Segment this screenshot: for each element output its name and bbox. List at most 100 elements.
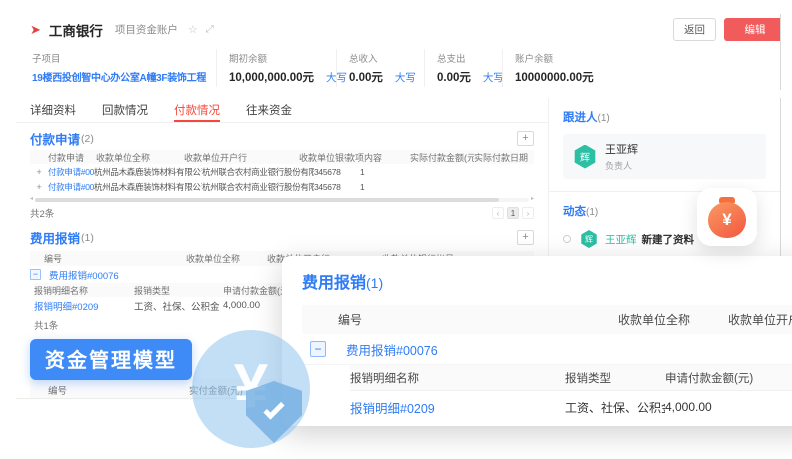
summary-field-subproject: 子项目 19楼西投创智中心办公室A幢3F装饰工程 — [30, 49, 216, 87]
field-value: 10000000.00元 — [515, 69, 594, 85]
scrollbar-thumb[interactable] — [35, 198, 499, 202]
expense-detail-link[interactable]: 报销明细#0209 — [34, 299, 134, 313]
member-name: 王亚辉 — [605, 141, 638, 157]
expand-row-icon[interactable]: + — [30, 182, 48, 192]
money-bag-icon: ¥ — [708, 202, 746, 238]
star-icon[interactable]: ☆ — [188, 23, 198, 36]
payment-link[interactable]: 付款申请#00272 — [48, 181, 94, 193]
overlay-subtable-row: 报销明细#0209 工资、社保、公积金 4,000.00 — [350, 391, 792, 423]
column-header: 收款单位开户行 — [184, 151, 299, 164]
scroll-right-icon[interactable]: ▸ — [531, 197, 534, 202]
field-label: 期初余额 — [229, 51, 324, 65]
tab-bar: 详细资料 回款情况 付款情况 往来资金 — [16, 98, 548, 123]
expand-row-icon[interactable]: + — [30, 167, 48, 177]
expense-link[interactable]: 费用报销#00076 — [346, 340, 438, 359]
cell-account: 345678 — [314, 167, 360, 177]
activity-user[interactable]: 王亚辉 — [605, 232, 637, 247]
summary-field-account-balance: 账户余额 10000000.00元 — [502, 49, 766, 87]
member-role: 负责人 — [605, 159, 638, 172]
expense-detail-popup: 费用报销(1) 编号 收款单位全称 收款单位开户行 − 费用报销#00076 报… — [282, 256, 792, 426]
field-label: 账户余额 — [515, 51, 754, 65]
pagination: ‹ 1 › — [492, 207, 534, 219]
tab-payments[interactable]: 付款情况 — [174, 98, 220, 122]
follower-card[interactable]: 辉 王亚辉 负责人 — [563, 134, 766, 179]
money-bag-widget[interactable]: ¥ — [697, 188, 757, 246]
current-page[interactable]: 1 — [507, 207, 519, 219]
payment-link[interactable]: 付款申请#00274 — [48, 166, 94, 178]
overlay-title-row: 费用报销(1) — [302, 269, 792, 293]
add-expense-button[interactable]: + — [517, 230, 534, 245]
field-value: 0.00元 — [349, 69, 383, 85]
horizontal-scrollbar: ◂ ▸ — [30, 197, 534, 202]
activity-action: 新建了资料 — [642, 232, 695, 247]
model-badge: 资金管理模型 — [30, 339, 192, 380]
column-header: 编号 — [48, 383, 189, 397]
followers-label: 跟进人 — [563, 112, 598, 124]
field-label: 子项目 — [32, 51, 204, 65]
column-header: 收款单位银行帐号 — [299, 151, 346, 164]
total-count: 共2条 — [30, 206, 54, 220]
cell-bank: 杭州联合农村商业银行股份有限公司半山支行 — [202, 181, 314, 193]
section-count: (1) — [81, 232, 94, 244]
add-payment-button[interactable]: + — [517, 131, 534, 146]
caps-link[interactable]: 大写 — [483, 70, 504, 85]
avatar: 辉 — [573, 145, 597, 169]
prev-page-button[interactable]: ‹ — [492, 207, 504, 219]
overlay-title: 费用报销 — [302, 275, 366, 292]
header-bar: ➤ 工商银行 项目资金账户 ☆ ⤢ 返回 编辑 — [16, 14, 780, 45]
expense-detail-link[interactable]: 报销明细#0209 — [350, 398, 565, 417]
cell-company: 杭州品木森鹿装饰材料有限公司 — [94, 166, 202, 178]
field-label: 总收入 — [349, 51, 412, 65]
caps-link[interactable]: 大写 — [395, 70, 416, 85]
tab-details[interactable]: 详细资料 — [30, 98, 76, 122]
overlay-table-row: − 费用报销#00076 — [302, 334, 792, 365]
column-header: 付款申请 — [48, 151, 96, 164]
column-header: 收款单位全称 — [96, 151, 184, 164]
cell-amount: 4,000.00 — [665, 400, 792, 414]
column-header: 申请付款金额(元) — [665, 370, 792, 386]
cell-account: 345678 — [314, 182, 360, 192]
column-header: 报销类型 — [134, 284, 223, 297]
payment-footer: 共2条 ‹ 1 › — [30, 204, 534, 222]
activity-label: 动态 — [563, 206, 586, 218]
edit-button[interactable]: 编辑 — [724, 18, 781, 41]
back-button[interactable]: 返回 — [673, 18, 716, 41]
payment-table-row: + 付款申请#00272 杭州品木森鹿装饰材料有限公司 杭州联合农村商业银行股份… — [30, 180, 534, 194]
subproject-link[interactable]: 19楼西投创智中心办公室A幢3F装饰工程 — [32, 69, 206, 84]
column-header: 报销类型 — [565, 370, 665, 386]
expand-icon[interactable]: ⤢ — [206, 24, 214, 35]
section-count: (2) — [81, 133, 94, 145]
payment-table-row: + 付款申请#00274 杭州品木森鹿装饰材料有限公司 杭州联合农村商业银行股份… — [30, 165, 534, 179]
section-title: 费用报销 — [30, 228, 80, 247]
expense-link[interactable]: 费用报销#00076 — [49, 268, 119, 282]
summary-row: 子项目 19楼西投创智中心办公室A幢3F装饰工程 期初余额 10,000,000… — [16, 45, 780, 87]
cell-content: 1 — [360, 167, 422, 177]
cell-company: 杭州品木森鹿装饰材料有限公司 — [94, 181, 202, 193]
overlay-table-header: 编号 收款单位全称 收款单位开户行 — [302, 305, 792, 334]
expense-section-header: 费用报销 (1) + — [30, 226, 534, 249]
activity-count: (1) — [586, 207, 598, 218]
followers-title: 跟进人(1) — [563, 108, 766, 126]
next-page-button[interactable]: › — [522, 207, 534, 219]
tab-receivables[interactable]: 回款情况 — [102, 98, 148, 122]
overlay-count: (1) — [366, 275, 383, 291]
followers-count: (1) — [598, 113, 610, 124]
yen-symbol: ¥ — [722, 210, 731, 230]
column-header: 编号 — [44, 252, 186, 265]
column-header: 收款单位全称 — [186, 252, 267, 265]
tab-transactions[interactable]: 往来资金 — [246, 98, 292, 122]
breadcrumb: 项目资金账户 — [115, 22, 178, 37]
collapse-row-icon[interactable]: − — [310, 341, 326, 357]
column-header: 收款单位全称 — [618, 311, 728, 328]
avatar: 辉 — [580, 230, 598, 248]
field-value: 10,000,000.00元 — [229, 69, 314, 85]
payment-section-header: 付款申请 (2) + — [30, 127, 534, 150]
column-header: 实际付款日期 — [474, 151, 534, 164]
page-title: 工商银行 — [49, 20, 103, 40]
collapse-row-icon[interactable]: − — [30, 269, 41, 280]
scroll-left-icon[interactable]: ◂ — [30, 197, 33, 202]
cell-content: 1 — [360, 182, 422, 192]
summary-field-opening-balance: 期初余额 10,000,000.00元 大写 — [216, 49, 336, 87]
field-value: 0.00元 — [437, 69, 471, 85]
overlay-subtable-header: 报销明细名称 报销类型 申请付款金额(元) — [350, 365, 792, 391]
